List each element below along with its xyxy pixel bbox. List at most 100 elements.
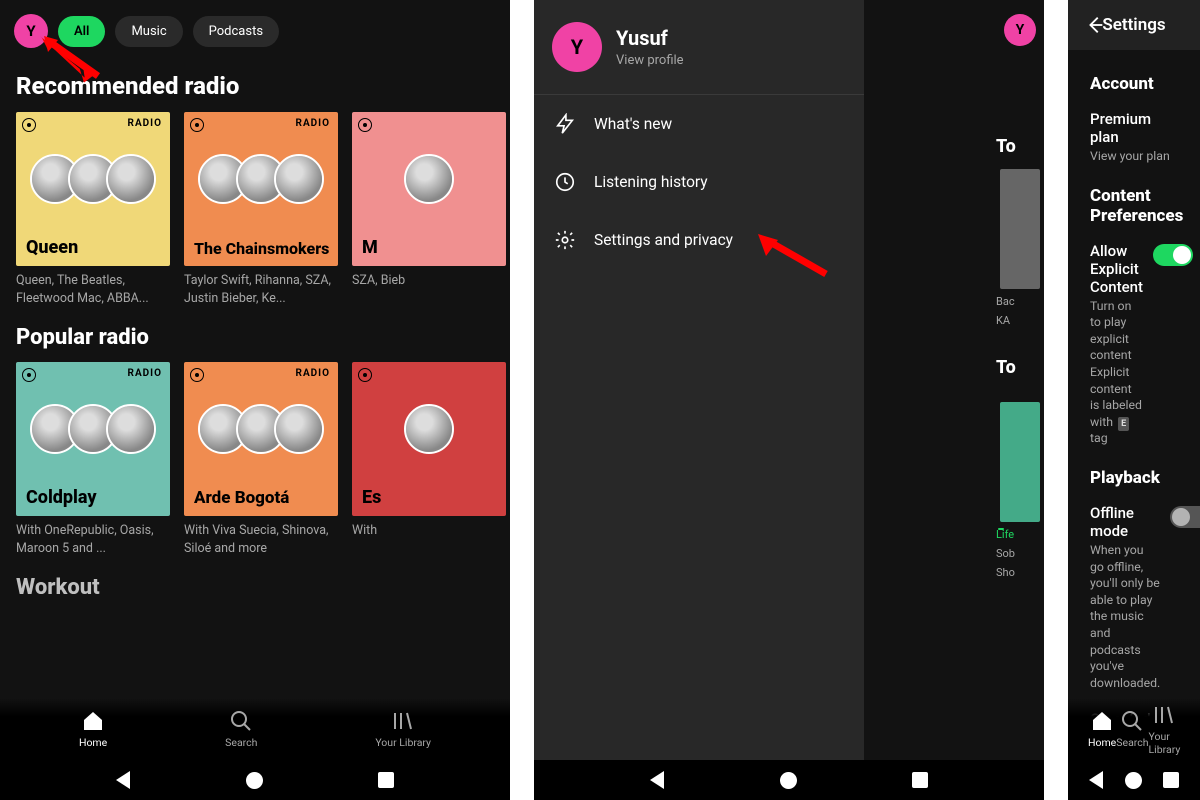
chip-music[interactable]: Music xyxy=(115,16,182,47)
tab-home[interactable]: Home xyxy=(79,709,107,749)
recommended-row[interactable]: RADIO Queen Queen, The Beatles, Fleetwoo… xyxy=(0,112,510,307)
bottom-tabs: Home Search Your Library xyxy=(1068,698,1200,760)
row-desc: View your plan xyxy=(1090,149,1178,166)
tab-search[interactable]: Search xyxy=(225,709,257,749)
row-desc: When you go offline, you'll only be able… xyxy=(1090,543,1160,692)
android-back-icon[interactable] xyxy=(1089,771,1103,789)
screen-drawer: Y To Bac KA To Life Sob Sho Y Yusuf View… xyxy=(534,0,1044,800)
row-label: Allow Explicit Content xyxy=(1090,242,1143,296)
tab-label: Your Library xyxy=(1149,730,1181,756)
section-workout-title: Workout xyxy=(0,557,510,612)
toggle-offline[interactable] xyxy=(1170,506,1200,528)
peek-sub: KA xyxy=(996,314,1044,327)
chip-podcasts[interactable]: Podcasts xyxy=(193,16,279,47)
search-icon xyxy=(1120,709,1144,733)
peek-art xyxy=(1000,402,1040,522)
peek-title: To xyxy=(996,136,1044,163)
tab-label: Search xyxy=(1116,736,1148,749)
row-label: Premium plan xyxy=(1090,110,1178,146)
radio-tag: RADIO xyxy=(296,118,330,129)
android-recents-icon[interactable] xyxy=(912,772,928,788)
android-back-icon[interactable] xyxy=(116,771,130,789)
section-popular-title: Popular radio xyxy=(0,307,510,362)
spotify-logo-icon xyxy=(190,368,204,382)
peek-sub: Sho xyxy=(996,566,1044,579)
spotify-logo-icon xyxy=(22,118,36,132)
radio-card[interactable]: M SZA, Bieb xyxy=(352,112,506,307)
drawer-item-label: What's new xyxy=(594,115,672,133)
spotify-logo-icon xyxy=(358,368,372,382)
android-home-icon[interactable] xyxy=(780,772,797,789)
library-icon xyxy=(1152,703,1176,727)
tab-library[interactable]: Your Library xyxy=(1149,703,1181,756)
tab-library[interactable]: Your Library xyxy=(375,709,431,749)
drawer-item-label: Settings and privacy xyxy=(594,231,733,249)
bolt-icon xyxy=(554,113,576,135)
tab-label: Home xyxy=(79,736,107,749)
chip-all[interactable]: All xyxy=(58,16,105,47)
profile-view-link: View profile xyxy=(616,53,684,68)
card-title: Es xyxy=(362,487,381,508)
screen-home: Y All Music Podcasts Recommended radio R… xyxy=(0,0,510,800)
android-home-icon[interactable] xyxy=(246,772,263,789)
library-icon xyxy=(391,709,415,733)
tab-home[interactable]: Home xyxy=(1088,709,1116,749)
settings-header: Settings xyxy=(1068,0,1200,50)
spotify-logo-icon xyxy=(358,118,372,132)
radio-card[interactable]: RADIO Arde Bogotá With Viva Suecia, Shin… xyxy=(184,362,338,557)
card-title: M xyxy=(362,237,378,258)
radio-tag: RADIO xyxy=(128,368,162,379)
drawer-item-settings-privacy[interactable]: Settings and privacy xyxy=(534,211,864,269)
row-label: Offline mode xyxy=(1090,504,1160,540)
popular-row[interactable]: RADIO Coldplay With OneRepublic, Oasis, … xyxy=(0,362,510,557)
card-title: Queen xyxy=(26,237,78,258)
profile-name: Yusuf xyxy=(616,26,684,50)
tab-label: Search xyxy=(225,736,257,749)
settings-body[interactable]: Account Premium plan View your plan Cont… xyxy=(1068,50,1200,800)
bottom-tabs: Home Search Your Library xyxy=(0,698,510,760)
radio-card[interactable]: RADIO Queen Queen, The Beatles, Fleetwoo… xyxy=(16,112,170,307)
header-chips: Y All Music Podcasts xyxy=(0,0,510,54)
tab-search[interactable]: Search xyxy=(1116,709,1148,749)
spotify-logo-icon xyxy=(190,118,204,132)
card-title: The Chainsmokers xyxy=(194,239,329,258)
drawer-profile[interactable]: Y Yusuf View profile xyxy=(534,0,864,95)
section-account: Account xyxy=(1068,64,1200,102)
row-offline: Offline mode When you go offline, you'll… xyxy=(1068,496,1200,702)
tab-label: Your Library xyxy=(375,736,431,749)
radio-card[interactable]: RADIO The Chainsmokers Taylor Swift, Rih… xyxy=(184,112,338,307)
avatar[interactable]: Y xyxy=(14,14,48,48)
row-premium-plan[interactable]: Premium plan View your plan xyxy=(1068,102,1200,176)
row-desc: Turn on to play explicit content Explici… xyxy=(1090,299,1143,448)
peek-art xyxy=(1000,169,1040,289)
card-subtitle: With xyxy=(352,516,506,540)
drawer-item-whats-new[interactable]: What's new xyxy=(534,95,864,153)
section-playback: Playback xyxy=(1068,458,1200,496)
gear-icon xyxy=(554,229,576,251)
android-home-icon[interactable] xyxy=(1125,772,1142,789)
drawer-item-listening-history[interactable]: Listening history xyxy=(534,153,864,211)
avatar: Y xyxy=(552,22,602,72)
card-subtitle: SZA, Bieb xyxy=(352,266,506,290)
search-icon xyxy=(229,709,253,733)
card-subtitle: With OneRepublic, Oasis, Maroon 5 and ..… xyxy=(16,516,170,557)
row-explicit: Allow Explicit Content Turn on to play e… xyxy=(1068,234,1200,458)
radio-card[interactable]: RADIO Coldplay With OneRepublic, Oasis, … xyxy=(16,362,170,557)
settings-title: Settings xyxy=(1068,15,1200,35)
android-recents-icon[interactable] xyxy=(378,772,394,788)
avatar-mini: Y xyxy=(1004,14,1036,46)
side-drawer: Y Yusuf View profile What's new Listenin… xyxy=(534,0,864,760)
card-title: Arde Bogotá xyxy=(194,488,289,508)
toggle-explicit[interactable] xyxy=(1153,244,1193,266)
radio-tag: RADIO xyxy=(128,118,162,129)
background-home-peek: Y To Bac KA To Life Sob Sho xyxy=(996,0,1044,760)
history-icon xyxy=(554,171,576,193)
home-icon xyxy=(81,709,105,733)
peek-sub: Sob xyxy=(996,547,1044,560)
android-back-icon[interactable] xyxy=(650,771,664,789)
screen-settings: Settings Account Premium plan View your … xyxy=(1068,0,1200,800)
android-nav xyxy=(1068,760,1200,800)
radio-card[interactable]: Es With xyxy=(352,362,506,557)
android-recents-icon[interactable] xyxy=(1163,772,1179,788)
section-content-prefs: Content Preferences xyxy=(1068,176,1200,234)
